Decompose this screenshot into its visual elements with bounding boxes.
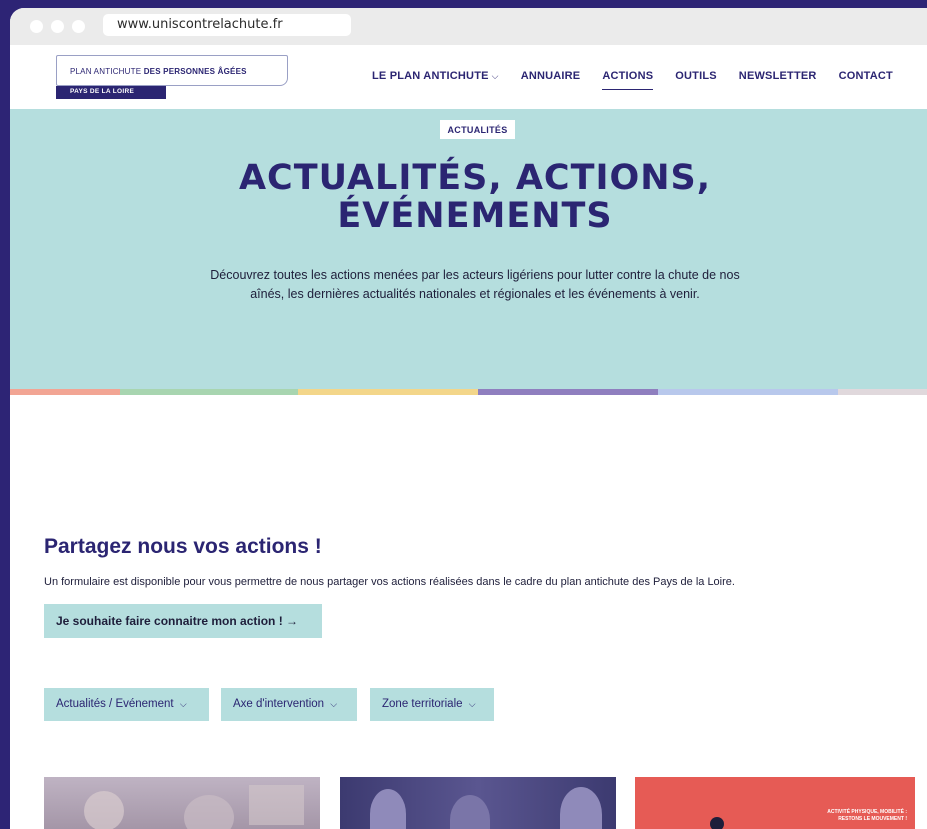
chevron-down-icon: ⌵ [491, 71, 499, 81]
chevron-down-icon: ⌵ [330, 699, 338, 709]
chevron-down-icon: ⌵ [179, 699, 187, 709]
card-caption: ACTIVITÉ PHYSIQUE, MOBILITÉ : RESTONS LE… [827, 809, 907, 822]
news-card-image[interactable] [340, 777, 616, 829]
site-logo[interactable]: PLAN ANTICHUTE DES PERSONNES ÂGÉES PAYS … [56, 55, 288, 99]
site-header: PLAN ANTICHUTE DES PERSONNES ÂGÉES PAYS … [10, 45, 927, 109]
filter-zone-territoriale[interactable]: Zone territoriale ⌵ [370, 688, 494, 721]
hero-category-tag: ACTUALITÉS [440, 120, 515, 139]
filter-label: Zone territoriale [382, 698, 463, 710]
color-stripe-segment [298, 389, 478, 395]
logo-text: PLAN ANTICHUTE DES PERSONNES ÂGÉES [70, 67, 247, 76]
photo-shape [84, 791, 124, 829]
main-menu: LE PLAN ANTICHUTE ⌵ ANNUAIRE ACTIONS OUTI… [372, 70, 915, 90]
window-minimize-dot[interactable] [51, 20, 64, 33]
page-title-line1: ACTUALITÉS, ACTIONS, [238, 158, 712, 198]
browser-chrome: www.uniscontrelachute.fr [10, 8, 927, 45]
color-stripe-segment [120, 389, 298, 395]
page-title-line2: ÉVÉNEMENTS [337, 196, 613, 236]
nav-item-label: LE PLAN ANTICHUTE [372, 70, 489, 82]
chevron-down-icon: ⌵ [468, 699, 476, 709]
filter-label: Axe d'intervention [233, 698, 325, 710]
nav-item-annuaire[interactable]: ANNUAIRE [521, 70, 581, 90]
news-card-image[interactable]: ACTIVITÉ PHYSIQUE, MOBILITÉ : RESTONS LE… [635, 777, 915, 829]
filter-label: Actualités / Evénement [56, 698, 174, 710]
photo-shape [370, 789, 406, 829]
nav-item-actions[interactable]: ACTIONS [602, 70, 654, 90]
nav-item-plan-antichute[interactable]: LE PLAN ANTICHUTE ⌵ [372, 70, 499, 90]
hero-description: Découvrez toutes les actions menées par … [210, 268, 740, 301]
browser-window: www.uniscontrelachute.fr PLAN ANTICHUTE … [10, 8, 927, 829]
color-stripe-segment [838, 389, 927, 395]
address-bar[interactable]: www.uniscontrelachute.fr [103, 14, 351, 36]
filter-axe-intervention[interactable]: Axe d'intervention ⌵ [221, 688, 357, 721]
window-close-dot[interactable] [30, 20, 43, 33]
photo-shape [560, 787, 602, 829]
logo-text-bold: DES PERSONNES ÂGÉES [143, 67, 247, 76]
filter-actualites-evenement[interactable]: Actualités / Evénement ⌵ [44, 688, 209, 721]
color-stripe-segment [658, 389, 838, 395]
nav-item-outils[interactable]: OUTILS [675, 70, 717, 90]
photo-shape [184, 795, 234, 829]
logo-text-light: PLAN ANTICHUTE [70, 67, 142, 76]
page-title: ACTUALITÉS, ACTIONS, ÉVÉNEMENTS [10, 159, 927, 235]
share-section-title: Partagez nous vos actions ! [44, 535, 322, 558]
logo-box: PLAN ANTICHUTE DES PERSONNES ÂGÉES [56, 55, 288, 86]
nav-item-newsletter[interactable]: NEWSLETTER [739, 70, 817, 90]
nav-item-contact[interactable]: CONTACT [839, 70, 893, 90]
color-stripe-segment [478, 389, 658, 395]
share-action-button[interactable]: Je souhaite faire connaitre mon action !… [44, 604, 322, 638]
window-maximize-dot[interactable] [72, 20, 85, 33]
photo-shape [249, 785, 304, 825]
share-section-description: Un formulaire est disponible pour vous p… [44, 576, 735, 588]
photo-shape [710, 817, 724, 829]
news-card-image[interactable] [44, 777, 320, 829]
hero-banner: ACTUALITÉS ACTUALITÉS, ACTIONS, ÉVÉNEMEN… [10, 109, 927, 389]
color-stripe-segment [10, 389, 120, 395]
photo-shape [450, 795, 490, 829]
logo-region-tag: PAYS DE LA LOIRE [56, 86, 166, 99]
